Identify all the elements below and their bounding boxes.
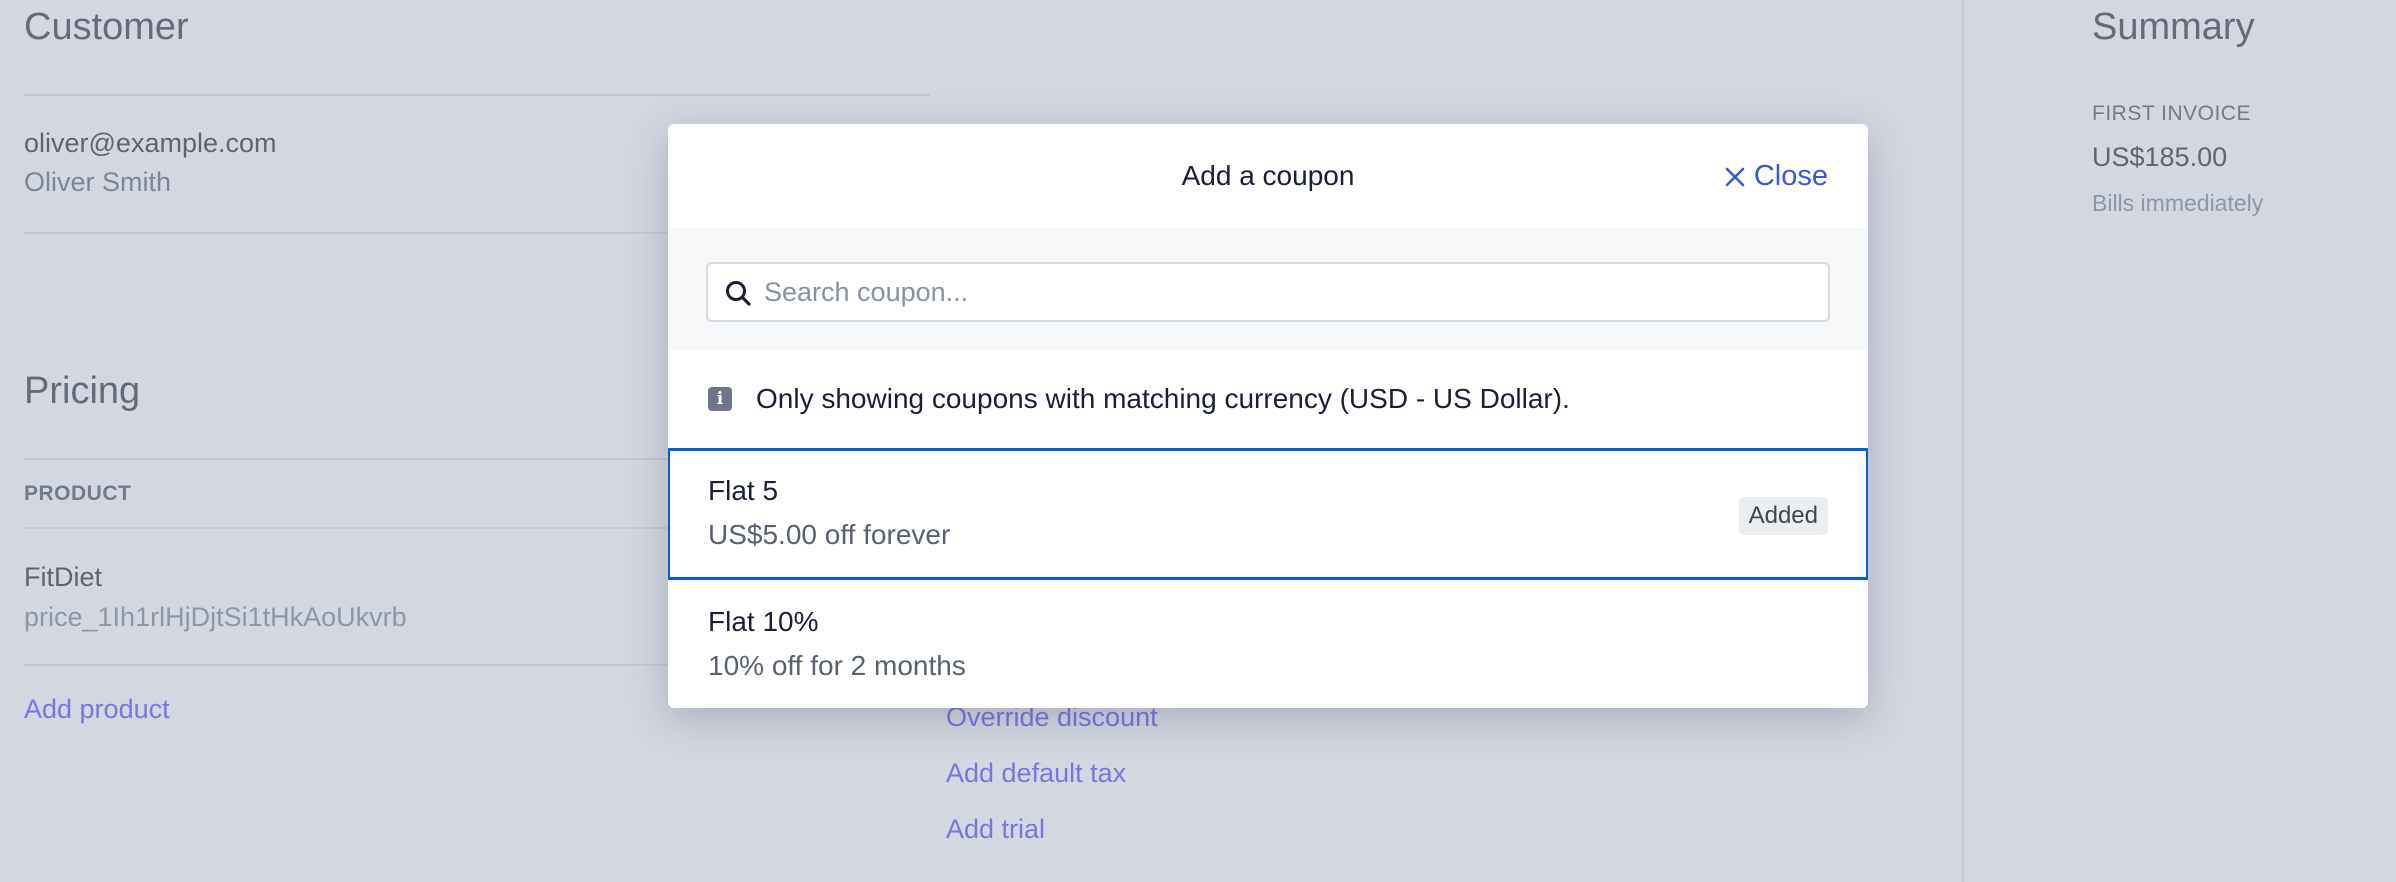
info-icon: i — [708, 387, 732, 411]
close-label: Close — [1753, 160, 1828, 192]
coupon-name: Flat 5 — [708, 475, 779, 506]
add-coupon-modal: Add a coupon Close i Only showing coupon… — [668, 124, 1868, 708]
coupon-description: US$5.00 off forever — [708, 519, 951, 550]
close-icon — [1725, 167, 1745, 186]
coupon-description: 10% off for 2 months — [708, 650, 966, 681]
search-area — [668, 228, 1868, 350]
added-badge: Added — [1738, 497, 1828, 535]
close-button[interactable]: Close — [1724, 160, 1828, 193]
coupon-item-flat-10-percent[interactable]: Flat 10% 10% off for 2 months — [668, 580, 1868, 708]
search-box[interactable] — [706, 262, 1830, 322]
currency-info-row: i Only showing coupons with matching cur… — [668, 350, 1868, 448]
page: Customer oliver@example.com Oliver Smith… — [0, 0, 2396, 882]
coupon-name: Flat 10% — [708, 606, 819, 637]
currency-info-text: Only showing coupons with matching curre… — [756, 383, 1570, 414]
modal-title: Add a coupon — [1181, 160, 1355, 191]
coupon-item-flat-5[interactable]: Flat 5 US$5.00 off forever Added — [668, 448, 1868, 580]
modal-header: Add a coupon Close — [668, 124, 1868, 228]
search-icon — [726, 281, 751, 306]
search-coupon-input[interactable] — [764, 264, 1818, 320]
